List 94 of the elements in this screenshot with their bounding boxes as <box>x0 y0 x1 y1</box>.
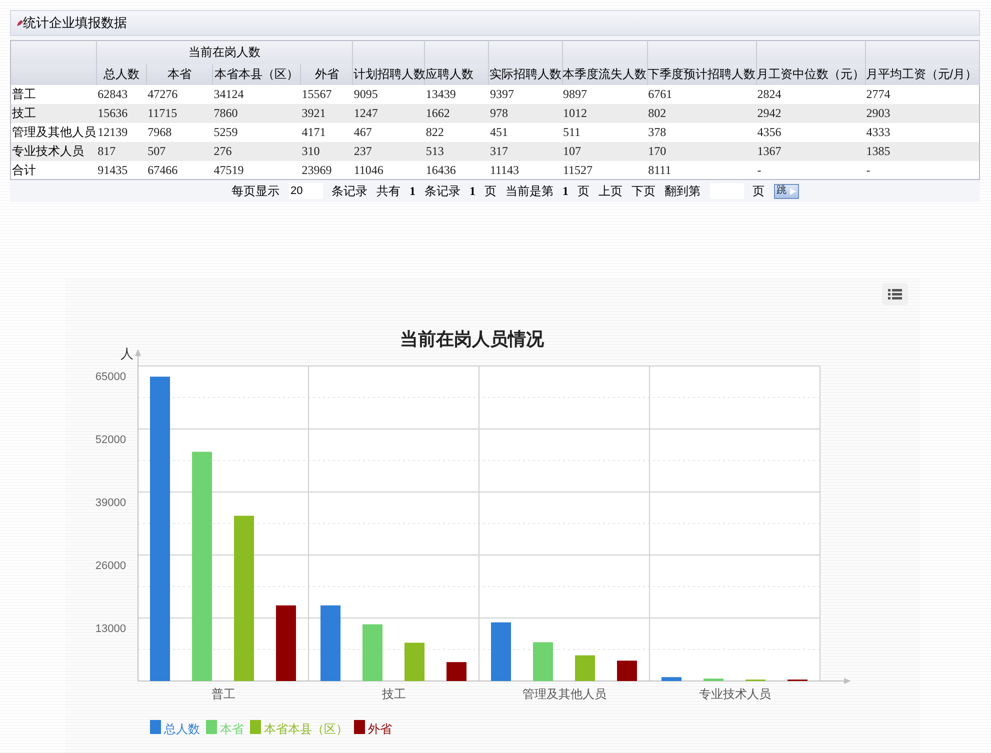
table-cell: 9897 <box>562 84 648 104</box>
table-cell: 276 <box>212 142 301 160</box>
table-cell: 451 <box>488 122 562 142</box>
page-link[interactable]: 上页 <box>598 182 622 200</box>
y-axis-label: 人 <box>120 346 134 361</box>
x-category-label: 普工 <box>211 687 236 701</box>
pager-text: 共有 <box>376 183 400 200</box>
table-cell: 2903 <box>865 104 980 122</box>
y-tick-label: 26000 <box>95 560 126 572</box>
pager-text: 页 <box>484 183 496 200</box>
menu-icon <box>888 288 902 300</box>
pager-text: 每页显示 <box>232 183 280 200</box>
x-category-label: 专业技术人员 <box>698 687 771 701</box>
pager-number: 1 <box>410 183 416 200</box>
table-cell: 管理及其他人员 <box>10 122 97 142</box>
x-category-label: 技工 <box>382 687 406 701</box>
table-cell: 513 <box>424 142 489 160</box>
table-cell: 310 <box>300 142 353 160</box>
table-cell: 9095 <box>352 84 425 104</box>
table-cell: 技工 <box>10 104 97 122</box>
pencil-icon <box>17 20 23 26</box>
table-cell: 6761 <box>647 84 756 104</box>
table-cell: 170 <box>647 142 756 160</box>
table-cell: 2774 <box>865 84 980 104</box>
y-tick-label: 52000 <box>95 434 126 446</box>
table-cell: 1385 <box>865 142 980 160</box>
table-cell: 4356 <box>756 122 866 142</box>
table-cell: 1662 <box>424 104 489 122</box>
panel-title: 统计企业填报数据 <box>23 14 127 32</box>
menu-button[interactable] <box>882 283 908 305</box>
table-cell: 317 <box>488 142 562 160</box>
table-cell: 507 <box>146 142 213 160</box>
table-cell: 4333 <box>865 122 980 142</box>
pager-number: 1 <box>562 183 568 200</box>
table-cell: 34124 <box>212 84 301 104</box>
table-cell: 7860 <box>212 104 301 122</box>
table-cell: 2942 <box>756 104 866 122</box>
table-cell: 13439 <box>424 84 489 104</box>
table-cell: 107 <box>562 142 648 160</box>
table-cell: 16436 <box>424 160 489 180</box>
table-cell: 978 <box>488 104 562 122</box>
table-cell: 1247 <box>352 104 425 122</box>
table-cell: 91435 <box>96 160 147 180</box>
table-cell: 11527 <box>562 160 648 180</box>
table-cell: 511 <box>562 122 648 142</box>
table-cell: 专业技术人员 <box>10 142 97 160</box>
table-cell: 817 <box>96 142 147 160</box>
table-cell: 15636 <box>96 104 147 122</box>
table-cell: 8111 <box>647 160 756 180</box>
table-cell: 11143 <box>488 160 562 180</box>
table-cell: 2824 <box>756 84 866 104</box>
table-cell: 62843 <box>96 84 147 104</box>
y-tick-label: 39000 <box>95 497 126 509</box>
table-cell: 5259 <box>212 122 301 142</box>
table-cell: - <box>756 160 866 180</box>
y-tick-label: 65000 <box>95 371 126 383</box>
page-link[interactable]: 下页 <box>632 182 656 200</box>
table-cell: 1012 <box>562 104 648 122</box>
table-cell: 822 <box>424 122 489 142</box>
table-cell: 11046 <box>352 160 425 180</box>
table-cell: 3921 <box>300 104 353 122</box>
table-cell: 普工 <box>10 84 97 104</box>
table-cell: 67466 <box>146 160 213 180</box>
x-category-label: 管理及其他人员 <box>522 687 606 701</box>
table-cell: 合计 <box>10 160 97 180</box>
table-cell: 11715 <box>146 104 213 122</box>
table-cell: 23969 <box>300 160 353 180</box>
table-cell: 47519 <box>212 160 301 180</box>
table-cell: 1367 <box>756 142 866 160</box>
table-cell: - <box>865 160 980 180</box>
table-cell: 47276 <box>146 84 213 104</box>
table-cell: 7968 <box>146 122 213 142</box>
table-cell: 15567 <box>300 84 353 104</box>
pager-text: 当前是第 <box>506 183 554 200</box>
table-cell: 4171 <box>300 122 353 142</box>
table-cell: 802 <box>647 104 756 122</box>
table-cell: 9397 <box>488 84 562 104</box>
table-cell: 467 <box>352 122 425 142</box>
page-input[interactable]: 20 <box>288 183 322 199</box>
pager-text: 条记录 <box>424 183 460 200</box>
pager-text: 条记录 <box>332 183 368 200</box>
pager-number: 1 <box>470 183 476 200</box>
y-tick-label: 13000 <box>95 623 126 635</box>
pager-text: 页 <box>752 183 764 200</box>
table-cell: 237 <box>352 142 425 160</box>
pager-text: 页 <box>578 183 590 200</box>
table-cell: 378 <box>647 122 756 142</box>
pager-text: 翻到第 <box>664 183 700 200</box>
play-icon <box>788 188 796 194</box>
jump-button[interactable]: 跳 <box>774 184 798 198</box>
legend-label[interactable]: 总人数 <box>164 722 200 736</box>
legend-label[interactable]: 外省 <box>368 722 392 736</box>
chart-title: 当前在岗人员情况 <box>400 329 544 349</box>
table-cell: 12139 <box>96 122 147 142</box>
